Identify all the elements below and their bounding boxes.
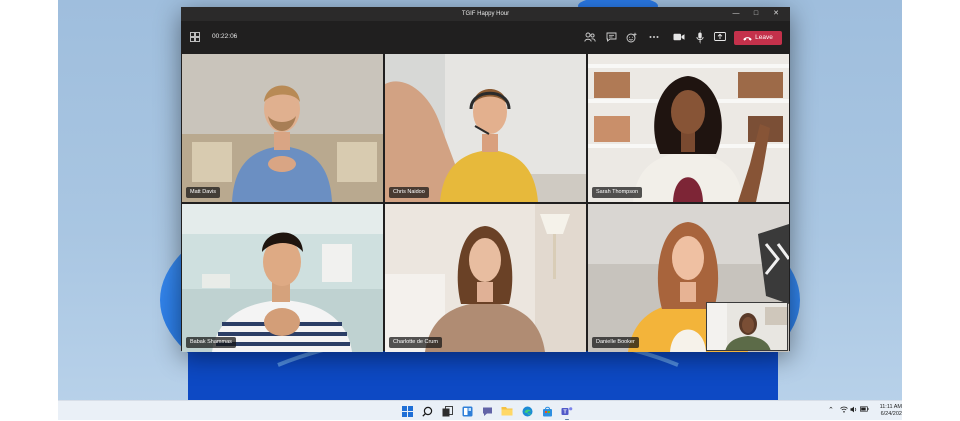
system-tray: ⌃ 11:11 AM 6/24/202 <box>822 401 902 421</box>
clock-date[interactable]: 6/24/202 <box>881 411 902 418</box>
microphone-icon[interactable] <box>693 30 707 44</box>
reactions-icon[interactable] <box>625 30 639 44</box>
wifi-icon[interactable] <box>840 406 848 417</box>
chat-icon[interactable] <box>480 404 494 418</box>
participant-name: Charlotte de Crum <box>389 337 442 348</box>
video-tile-matt-davis[interactable]: Matt Davis <box>182 54 383 202</box>
self-view-video <box>707 303 787 350</box>
window-controls: — □ ✕ <box>726 7 786 21</box>
search-icon[interactable] <box>420 404 434 418</box>
volume-icon[interactable] <box>850 406 858 417</box>
phone-hangup-icon <box>743 36 752 41</box>
chevron-up-icon[interactable]: ⌃ <box>828 406 834 416</box>
window-title: TGIF Happy Hour <box>461 11 510 17</box>
participant-name: Sarah Thompson <box>592 187 643 198</box>
maximize-button[interactable]: □ <box>746 7 766 21</box>
clock-time[interactable]: 11:11 AM <box>880 404 902 411</box>
participant-video <box>182 54 383 202</box>
participant-video <box>588 54 789 202</box>
call-timer: 00:22:06 <box>212 33 238 40</box>
battery-icon[interactable] <box>860 406 869 416</box>
more-options-icon[interactable] <box>647 30 661 44</box>
taskbar: T ⌃ 11:11 AM 6/24/202 <box>58 400 902 420</box>
grid-view-icon[interactable] <box>188 30 202 44</box>
teams-meeting-window: TGIF Happy Hour — □ ✕ 00:22:06 Leave Mat… <box>181 7 790 352</box>
participant-name: Danielle Booker <box>592 337 639 348</box>
participant-video <box>385 204 586 352</box>
people-icon[interactable] <box>583 30 597 44</box>
widgets-icon[interactable] <box>460 404 474 418</box>
leave-label: Leave <box>755 34 773 41</box>
participant-video <box>385 54 586 202</box>
video-grid: Matt Davis Chris Naidoo Sarah Thompson B… <box>182 54 789 352</box>
participant-name: Matt Davis <box>186 187 220 198</box>
participant-name: Babak Shammas <box>186 337 236 348</box>
title-bar: TGIF Happy Hour — □ ✕ <box>181 7 790 21</box>
task-view-icon[interactable] <box>440 404 454 418</box>
minimize-button[interactable]: — <box>726 7 746 21</box>
self-view-preview[interactable] <box>706 302 788 351</box>
edge-icon[interactable] <box>520 404 534 418</box>
file-explorer-icon[interactable] <box>500 404 514 418</box>
video-tile-danielle-booker[interactable]: Danielle Booker <box>588 204 789 352</box>
camera-icon[interactable] <box>672 30 686 44</box>
start-icon[interactable] <box>400 404 414 418</box>
video-tile-sarah-thompson[interactable]: Sarah Thompson <box>588 54 789 202</box>
meeting-toolbar: 00:22:06 Leave <box>181 21 790 53</box>
participant-video <box>182 204 383 352</box>
store-icon[interactable] <box>540 404 554 418</box>
leave-button[interactable]: Leave <box>734 31 782 45</box>
video-tile-charlotte-de-crum[interactable]: Charlotte de Crum <box>385 204 586 352</box>
teams-icon[interactable]: T <box>560 404 574 420</box>
video-tile-chris-naidoo[interactable]: Chris Naidoo <box>385 54 586 202</box>
video-tile-babak-shammas[interactable]: Babak Shammas <box>182 204 383 352</box>
participant-name: Chris Naidoo <box>389 187 429 198</box>
chat-icon[interactable] <box>604 30 618 44</box>
close-button[interactable]: ✕ <box>766 7 786 21</box>
share-screen-icon[interactable] <box>713 30 727 44</box>
